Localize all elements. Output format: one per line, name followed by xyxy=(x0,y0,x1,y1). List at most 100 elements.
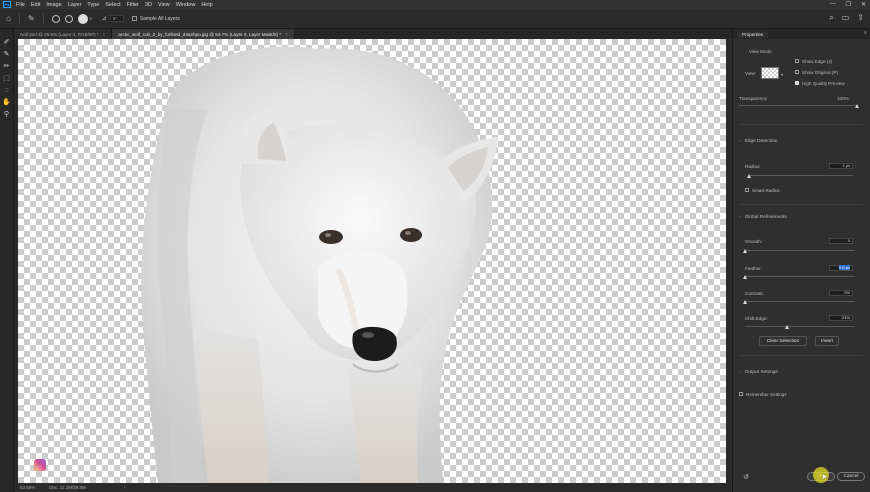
tab-wolf-psd[interactable]: wolf.psd @ 25.6% (Layer 4, RGB/8#) * × xyxy=(14,29,113,39)
view-label: View: xyxy=(745,71,757,76)
divider xyxy=(739,124,863,125)
divider xyxy=(42,12,44,25)
radius-input[interactable]: 1 px xyxy=(829,163,853,169)
close-tab-icon[interactable]: × xyxy=(285,32,288,37)
photoshop-logo-icon: Ps xyxy=(3,1,11,8)
shift-edge-slider[interactable] xyxy=(745,326,855,327)
menu-help[interactable]: Help xyxy=(201,2,212,8)
smooth-label: Smooth: xyxy=(745,239,763,244)
radius-slider[interactable] xyxy=(749,175,853,176)
radius-label: Radius: xyxy=(745,164,761,169)
shift-edge-slider-thumb[interactable] xyxy=(784,325,789,329)
output-settings-heading[interactable]: › Output Settings xyxy=(739,370,778,375)
smooth-slider-thumb[interactable] xyxy=(743,249,747,253)
transparency-label: Transparency xyxy=(739,96,767,101)
menu-window[interactable]: Window xyxy=(176,2,196,8)
feather-input[interactable]: 0.0 px xyxy=(829,265,853,271)
cursor-pointer-icon: ➤ xyxy=(821,472,828,481)
contrast-slider[interactable] xyxy=(745,301,855,302)
shift-edge-input[interactable]: -24% xyxy=(829,315,853,321)
angle-icon: ⊿ xyxy=(101,16,107,22)
smooth-input[interactable]: 0 xyxy=(829,238,853,244)
show-edge-checkbox[interactable] xyxy=(795,59,799,63)
tab-properties[interactable]: Properties xyxy=(737,31,768,38)
minimize-icon[interactable]: — xyxy=(830,1,836,8)
edge-detection-label: Edge Detection xyxy=(744,139,778,144)
refine-brush-tool-icon[interactable]: ✎ xyxy=(28,14,35,23)
menu-file[interactable]: File xyxy=(16,2,25,8)
mode-subtract-icon[interactable] xyxy=(64,14,73,23)
zoom-tool-icon[interactable]: ⚲ xyxy=(4,111,9,119)
instagram-logo-icon xyxy=(34,459,46,471)
options-bar: ⌂ ✎ 5 ⊿ 5° Sample All Layers ⌕ ▭ ⇪ xyxy=(0,9,870,29)
menu-edit[interactable]: Edit xyxy=(31,2,40,8)
hand-tool-icon[interactable]: ✋ xyxy=(2,99,11,107)
view-mode-heading: View Mode xyxy=(749,49,772,54)
shift-edge-label: Shift Edge: xyxy=(745,316,768,321)
view-mode-dropdown[interactable] xyxy=(761,67,779,79)
close-icon[interactable]: ✕ xyxy=(861,1,866,8)
output-settings-label: Output Settings xyxy=(744,370,778,375)
menu-layer[interactable]: Layer xyxy=(68,2,82,8)
chevron-right-icon[interactable]: › xyxy=(124,485,126,490)
tab-title: wolf.psd @ 25.6% (Layer 4, RGB/8#) * xyxy=(20,31,99,37)
contrast-label: Contrast: xyxy=(745,291,764,296)
options-right: ⌕ ▭ ⇪ xyxy=(829,13,864,23)
chevron-down-icon: › xyxy=(739,215,741,220)
menu-image[interactable]: Image xyxy=(46,2,61,8)
edge-detection-heading[interactable]: › Edge Detection xyxy=(739,139,777,144)
high-quality-preview-label: High Quality Preview xyxy=(802,81,845,86)
contrast-input[interactable]: 0% xyxy=(829,290,853,296)
zoom-level[interactable]: 53.68% xyxy=(20,485,35,490)
brush-tool-icon[interactable]: ✏ xyxy=(4,63,10,71)
feather-slider-thumb[interactable] xyxy=(743,275,747,279)
contrast-slider-thumb[interactable] xyxy=(743,300,747,304)
refine-edge-brush-icon[interactable]: ✎ xyxy=(4,51,10,59)
remember-settings-label: Remember Settings xyxy=(746,392,787,397)
lasso-tool-icon[interactable]: ◌ xyxy=(4,87,8,95)
transparency-slider-thumb[interactable] xyxy=(855,104,859,108)
status-bar: 53.68% Doc: 11.2M/39.8M › xyxy=(14,483,732,492)
search-icon[interactable]: ⌕ xyxy=(829,13,833,23)
high-quality-preview-checkbox[interactable] xyxy=(795,81,799,85)
menu-view[interactable]: View xyxy=(158,2,170,8)
cancel-button[interactable]: Cancel xyxy=(837,472,865,481)
panel-tab-bar: Properties ≡ xyxy=(733,29,870,39)
properties-panel: Properties ≡ View Mode View: ▾ Show Edge… xyxy=(732,29,870,492)
chevron-down-icon: › xyxy=(739,139,741,144)
close-tab-icon[interactable]: × xyxy=(103,32,106,37)
sample-all-layers-label: Sample All Layers xyxy=(139,15,180,22)
panel-menu-icon[interactable]: ≡ xyxy=(864,30,867,36)
transparency-slider[interactable] xyxy=(739,105,857,106)
reset-icon[interactable]: ↺ xyxy=(743,473,749,481)
remember-settings-checkbox[interactable] xyxy=(739,392,743,396)
mode-add-icon[interactable] xyxy=(51,14,60,23)
radius-slider-thumb[interactable] xyxy=(747,174,751,178)
menu-3d[interactable]: 3D xyxy=(145,2,152,8)
feather-slider[interactable] xyxy=(745,276,855,277)
smooth-slider[interactable] xyxy=(745,250,855,251)
global-refinements-heading[interactable]: › Global Refinements xyxy=(739,215,787,220)
restore-icon[interactable]: ❐ xyxy=(846,1,851,8)
chevron-right-icon: › xyxy=(739,370,741,375)
quick-selection-tool-icon[interactable]: ✐ xyxy=(4,39,10,47)
tab-arctic-wolf[interactable]: arctic_wolf_cub_2_by_furlined_d4a2hpo.jp… xyxy=(112,29,295,39)
chevron-down-icon[interactable]: ▾ xyxy=(781,72,783,77)
brush-preset-icon[interactable] xyxy=(77,13,88,24)
menu-type[interactable]: Type xyxy=(87,2,99,8)
invert-button[interactable]: Invert xyxy=(815,336,839,346)
smart-radius-checkbox[interactable] xyxy=(745,188,749,192)
menu-select[interactable]: Select xyxy=(105,2,120,8)
workspace-icon[interactable]: ▭ xyxy=(842,13,850,23)
object-selection-tool-icon[interactable]: ⬚ xyxy=(3,75,10,83)
share-icon[interactable]: ⇪ xyxy=(857,13,864,23)
smart-radius-label: Smart Radius xyxy=(752,188,780,193)
window-controls: — ❐ ✕ xyxy=(830,1,866,8)
menu-filter[interactable]: Filter xyxy=(127,2,139,8)
document-canvas[interactable] xyxy=(18,39,726,483)
home-icon[interactable]: ⌂ xyxy=(6,14,11,23)
sample-all-layers-checkbox[interactable] xyxy=(131,16,137,21)
show-original-checkbox[interactable] xyxy=(795,70,799,74)
clear-selection-button[interactable]: Clear Selection xyxy=(759,336,807,346)
angle-input[interactable]: 5° xyxy=(109,15,124,22)
